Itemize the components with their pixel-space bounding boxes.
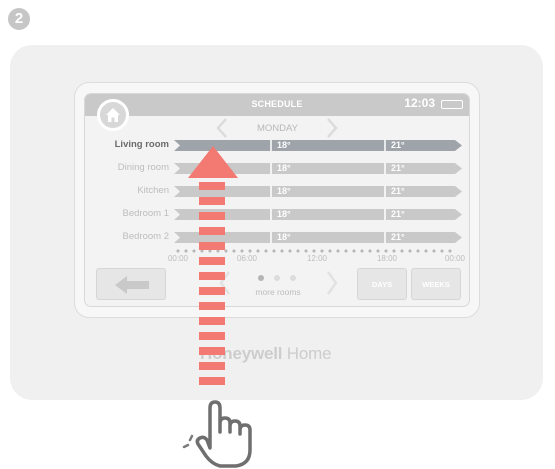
swipe-arrow-dashes — [199, 182, 225, 385]
clock: 12:03 — [404, 96, 435, 110]
swipe-up-arrow-icon — [188, 146, 238, 385]
home-icon — [106, 108, 120, 122]
setpoint-temperature: 21° — [391, 208, 405, 219]
more-rooms-label: more rooms — [255, 287, 301, 297]
room-label: Kitchen — [137, 185, 169, 196]
chevron-right-icon — [327, 118, 338, 138]
back-button[interactable] — [96, 268, 166, 300]
chevron-right-icon — [326, 271, 338, 295]
time-label: 18:00 — [376, 254, 398, 263]
page-dot — [290, 275, 296, 281]
room-label: Bedroom 2 — [122, 231, 169, 242]
days-button-label: DAYS — [371, 280, 393, 289]
time-label: 12:00 — [306, 254, 328, 263]
swipe-arrow-head — [188, 146, 238, 178]
room-label: Dining room — [117, 162, 169, 173]
home-button[interactable] — [97, 99, 129, 131]
touch-screen: SCHEDULE 12:03 MONDAY Living room 18° 21° D… — [84, 93, 470, 307]
setpoint-temperature: 21° — [391, 231, 405, 242]
setpoint-temperature: 18° — [277, 185, 291, 196]
hand-outline — [195, 400, 252, 468]
days-button[interactable]: DAYS — [357, 268, 407, 300]
time-label: 00:00 — [444, 254, 466, 263]
weeks-button-label: WEEKS — [422, 280, 450, 289]
next-day-button[interactable] — [323, 117, 341, 139]
setpoint-temperature: 18° — [277, 162, 291, 173]
room-label: Bedroom 1 — [122, 208, 169, 219]
setpoint-temperature: 21° — [391, 162, 405, 173]
page-dot-active — [258, 275, 264, 281]
setpoint-temperature: 18° — [277, 139, 291, 150]
weeks-button[interactable]: WEEKS — [411, 268, 461, 300]
setpoint-temperature: 21° — [391, 185, 405, 196]
hand-motion-lines — [182, 434, 194, 449]
setpoint-temperature: 18° — [277, 231, 291, 242]
back-arrow-icon — [115, 276, 149, 294]
step-number-badge: 2 — [8, 8, 30, 30]
setpoint-temperature: 21° — [391, 139, 405, 150]
page-dot — [274, 275, 280, 281]
pointing-hand-icon — [182, 400, 252, 468]
next-rooms-button[interactable] — [325, 270, 339, 296]
room-label: Living room — [114, 139, 169, 150]
day-label: MONDAY — [257, 123, 298, 134]
setpoint-temperature: 18° — [277, 208, 291, 219]
battery-icon — [441, 100, 463, 109]
